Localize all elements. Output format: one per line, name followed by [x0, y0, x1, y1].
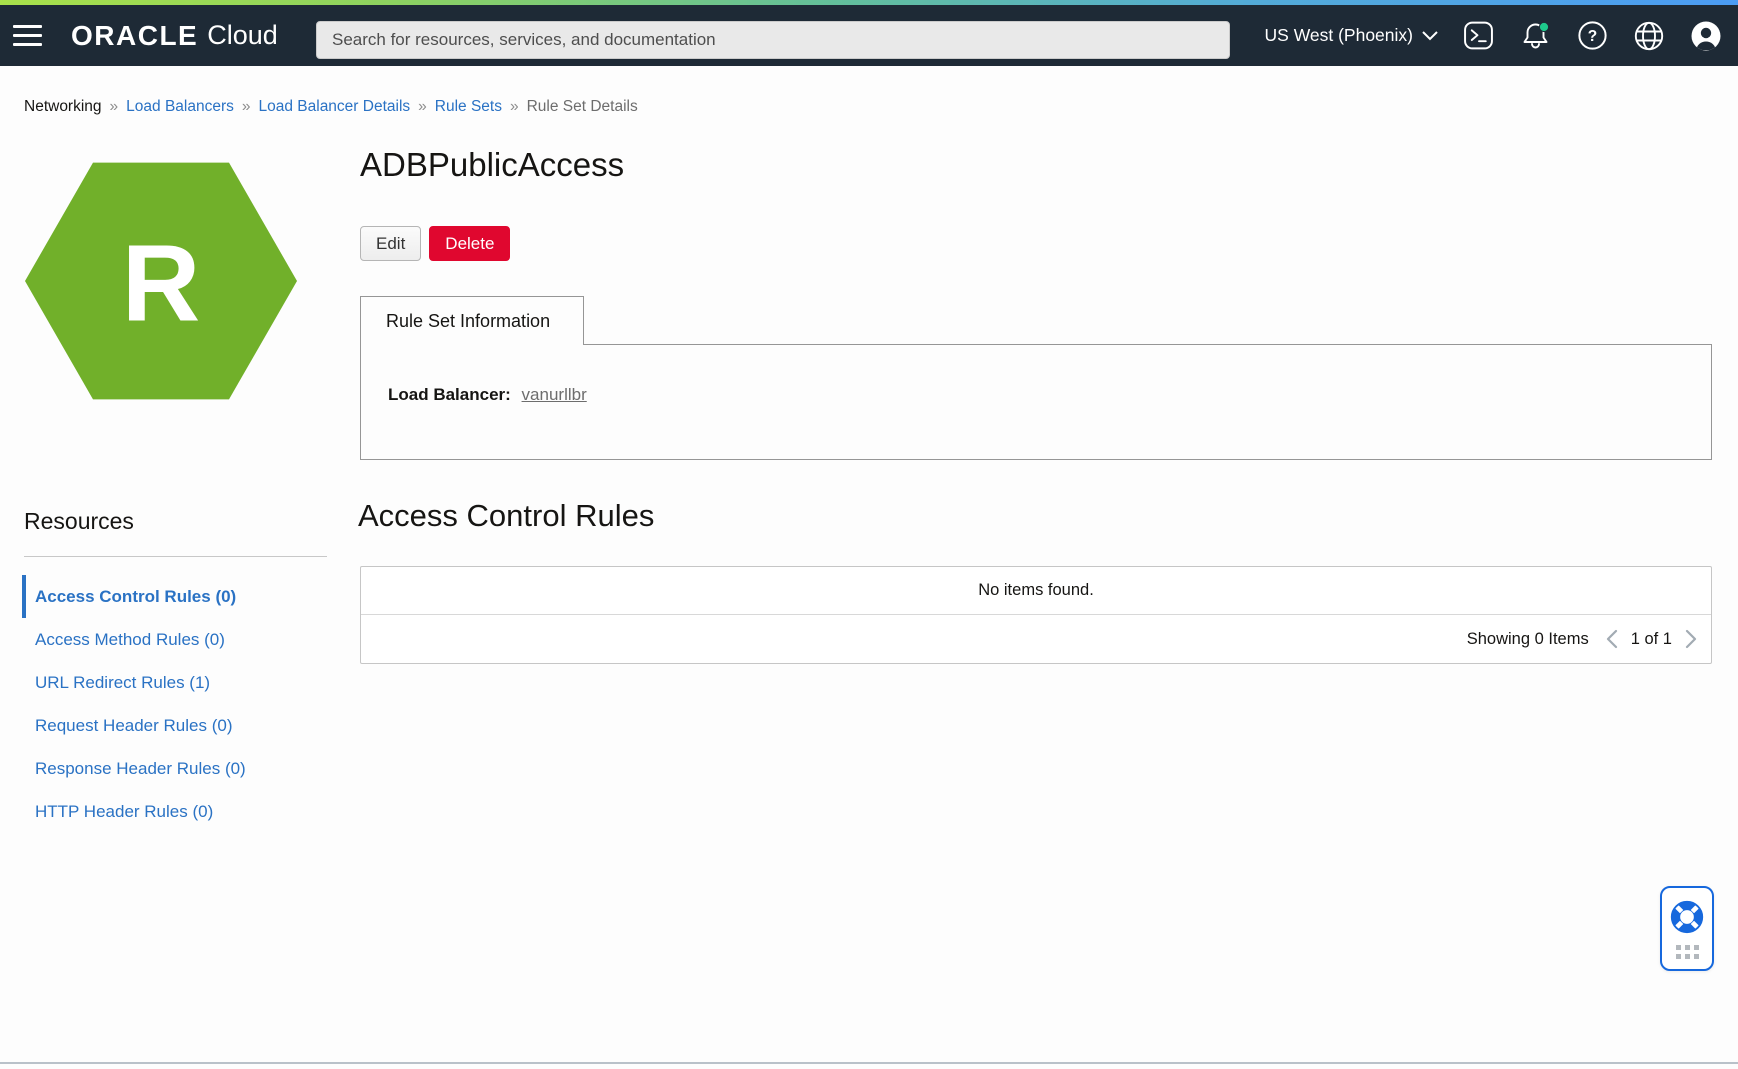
- rule-set-information-panel: Load Balancer: vanurllbr: [360, 344, 1712, 460]
- breadcrumb-separator: »: [110, 98, 119, 116]
- cloud-shell-icon[interactable]: [1463, 20, 1494, 51]
- language-globe-icon[interactable]: [1633, 20, 1665, 52]
- page-indicator: 1 of 1: [1631, 630, 1672, 649]
- next-page-icon[interactable]: [1685, 629, 1697, 649]
- delete-button[interactable]: Delete: [429, 226, 510, 261]
- breadcrumb-rule-sets[interactable]: Rule Sets: [435, 98, 502, 116]
- menu-icon[interactable]: [13, 25, 42, 46]
- breadcrumb-separator: »: [510, 98, 519, 116]
- svg-text:?: ?: [1588, 28, 1597, 45]
- resources-divider: [24, 556, 327, 557]
- sidebar-item-url-redirect-rules[interactable]: URL Redirect Rules (1): [22, 661, 342, 704]
- edit-button[interactable]: Edit: [360, 226, 421, 261]
- page-title: ADBPublicAccess: [360, 146, 624, 184]
- breadcrumb-separator: »: [418, 98, 427, 116]
- chevron-down-icon: [1422, 31, 1438, 41]
- oracle-cloud-logo[interactable]: ORACLE Cloud: [71, 5, 278, 66]
- oracle-wordmark: ORACLE: [71, 20, 198, 52]
- breadcrumb: Networking » Load Balancers » Load Balan…: [24, 98, 638, 116]
- pagination: 1 of 1: [1606, 629, 1697, 649]
- previous-page-icon[interactable]: [1606, 629, 1618, 649]
- top-navigation-bar: ORACLE Cloud US West (Phoenix): [0, 5, 1738, 66]
- lifebuoy-icon: [1668, 898, 1706, 936]
- breadcrumb-networking: Networking: [24, 98, 102, 116]
- sidebar-item-access-control-rules[interactable]: Access Control Rules (0): [22, 575, 342, 618]
- resources-heading: Resources: [24, 508, 134, 535]
- access-control-rules-heading: Access Control Rules: [358, 498, 654, 534]
- showing-items-count: Showing 0 Items: [1467, 630, 1589, 649]
- region-label: US West (Phoenix): [1265, 25, 1413, 46]
- action-buttons: Edit Delete: [360, 226, 510, 261]
- sidebar-item-access-method-rules[interactable]: Access Method Rules (0): [22, 618, 342, 661]
- viewport-bottom-edge: [0, 1062, 1738, 1064]
- breadcrumb-load-balancers[interactable]: Load Balancers: [126, 98, 234, 116]
- help-icon[interactable]: ?: [1577, 20, 1608, 51]
- notification-dot: [1539, 22, 1548, 31]
- breadcrumb-rule-set-details: Rule Set Details: [527, 98, 638, 116]
- breadcrumb-load-balancer-details[interactable]: Load Balancer Details: [259, 98, 411, 116]
- load-balancer-link[interactable]: vanurllbr: [522, 385, 587, 404]
- sidebar-item-http-header-rules[interactable]: HTTP Header Rules (0): [22, 790, 342, 833]
- topbar-actions: US West (Phoenix): [1265, 5, 1722, 66]
- resources-list: Access Control Rules (0) Access Method R…: [22, 575, 342, 833]
- oci-console-page: ORACLE Cloud US West (Phoenix): [0, 0, 1738, 1069]
- profile-avatar-icon[interactable]: [1690, 20, 1722, 52]
- entity-initial: R: [122, 223, 201, 344]
- sidebar-item-request-header-rules[interactable]: Request Header Rules (0): [22, 704, 342, 747]
- notifications-icon[interactable]: [1519, 19, 1552, 52]
- breadcrumb-separator: »: [242, 98, 251, 116]
- support-launcher[interactable]: [1660, 886, 1714, 971]
- rule-set-hexagon-icon: R: [25, 162, 297, 400]
- sidebar-item-response-header-rules[interactable]: Response Header Rules (0): [22, 747, 342, 790]
- load-balancer-row: Load Balancer: vanurllbr: [388, 385, 587, 405]
- cloud-wordmark: Cloud: [207, 20, 278, 51]
- access-control-rules-table: No items found. Showing 0 Items 1 of 1: [360, 566, 1712, 664]
- tab-rule-set-information[interactable]: Rule Set Information: [360, 296, 584, 345]
- empty-state-message: No items found.: [361, 567, 1711, 615]
- table-footer: Showing 0 Items 1 of 1: [361, 615, 1711, 663]
- region-selector[interactable]: US West (Phoenix): [1265, 25, 1438, 46]
- drag-handle-dots-icon: [1676, 945, 1699, 959]
- search-input[interactable]: [316, 21, 1230, 59]
- load-balancer-label: Load Balancer:: [388, 385, 511, 404]
